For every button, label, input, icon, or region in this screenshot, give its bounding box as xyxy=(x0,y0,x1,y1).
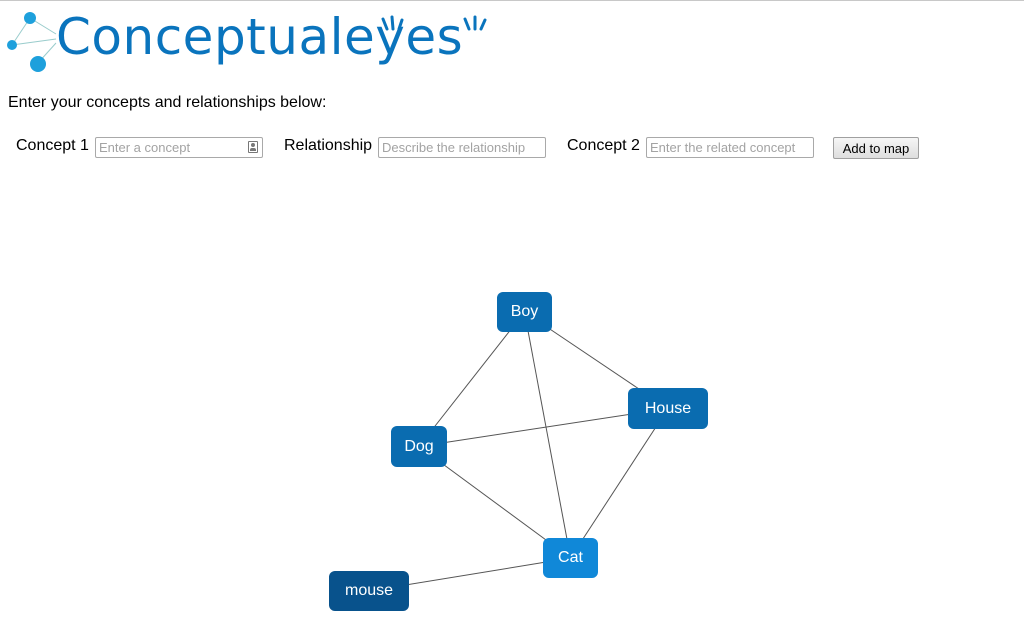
contact-card-icon[interactable] xyxy=(248,141,258,153)
concept-node-cat[interactable]: Cat xyxy=(543,538,598,578)
concept-node-boy[interactable]: Boy xyxy=(497,292,552,332)
concept1-label: Concept 1 xyxy=(16,137,89,154)
edge-boy-cat xyxy=(524,311,571,559)
concept-node-house[interactable]: House xyxy=(628,388,708,429)
relationship-input[interactable] xyxy=(378,137,546,158)
edge-house-cat xyxy=(570,408,669,559)
concept-node-dog[interactable]: Dog xyxy=(391,426,447,467)
concept-node-mouse[interactable]: mouse xyxy=(329,571,409,611)
concept2-label: Concept 2 xyxy=(567,137,640,154)
page: Conceptualeyes Enter your concepts and r… xyxy=(0,0,1024,640)
relationship-label: Relationship xyxy=(284,137,373,154)
concept1-input[interactable] xyxy=(95,137,263,158)
logo-text-main: Conceptual xyxy=(56,8,345,66)
logo-molecule-icon xyxy=(7,12,57,72)
logo-eye-lashes-icon xyxy=(381,15,487,31)
conceptualeyes-logo: Conceptualeyes xyxy=(4,7,534,75)
intro-text: Enter your concepts and relationships be… xyxy=(8,94,327,111)
concept2-input[interactable] xyxy=(646,137,814,158)
add-to-map-button[interactable]: Add to map xyxy=(833,137,919,159)
